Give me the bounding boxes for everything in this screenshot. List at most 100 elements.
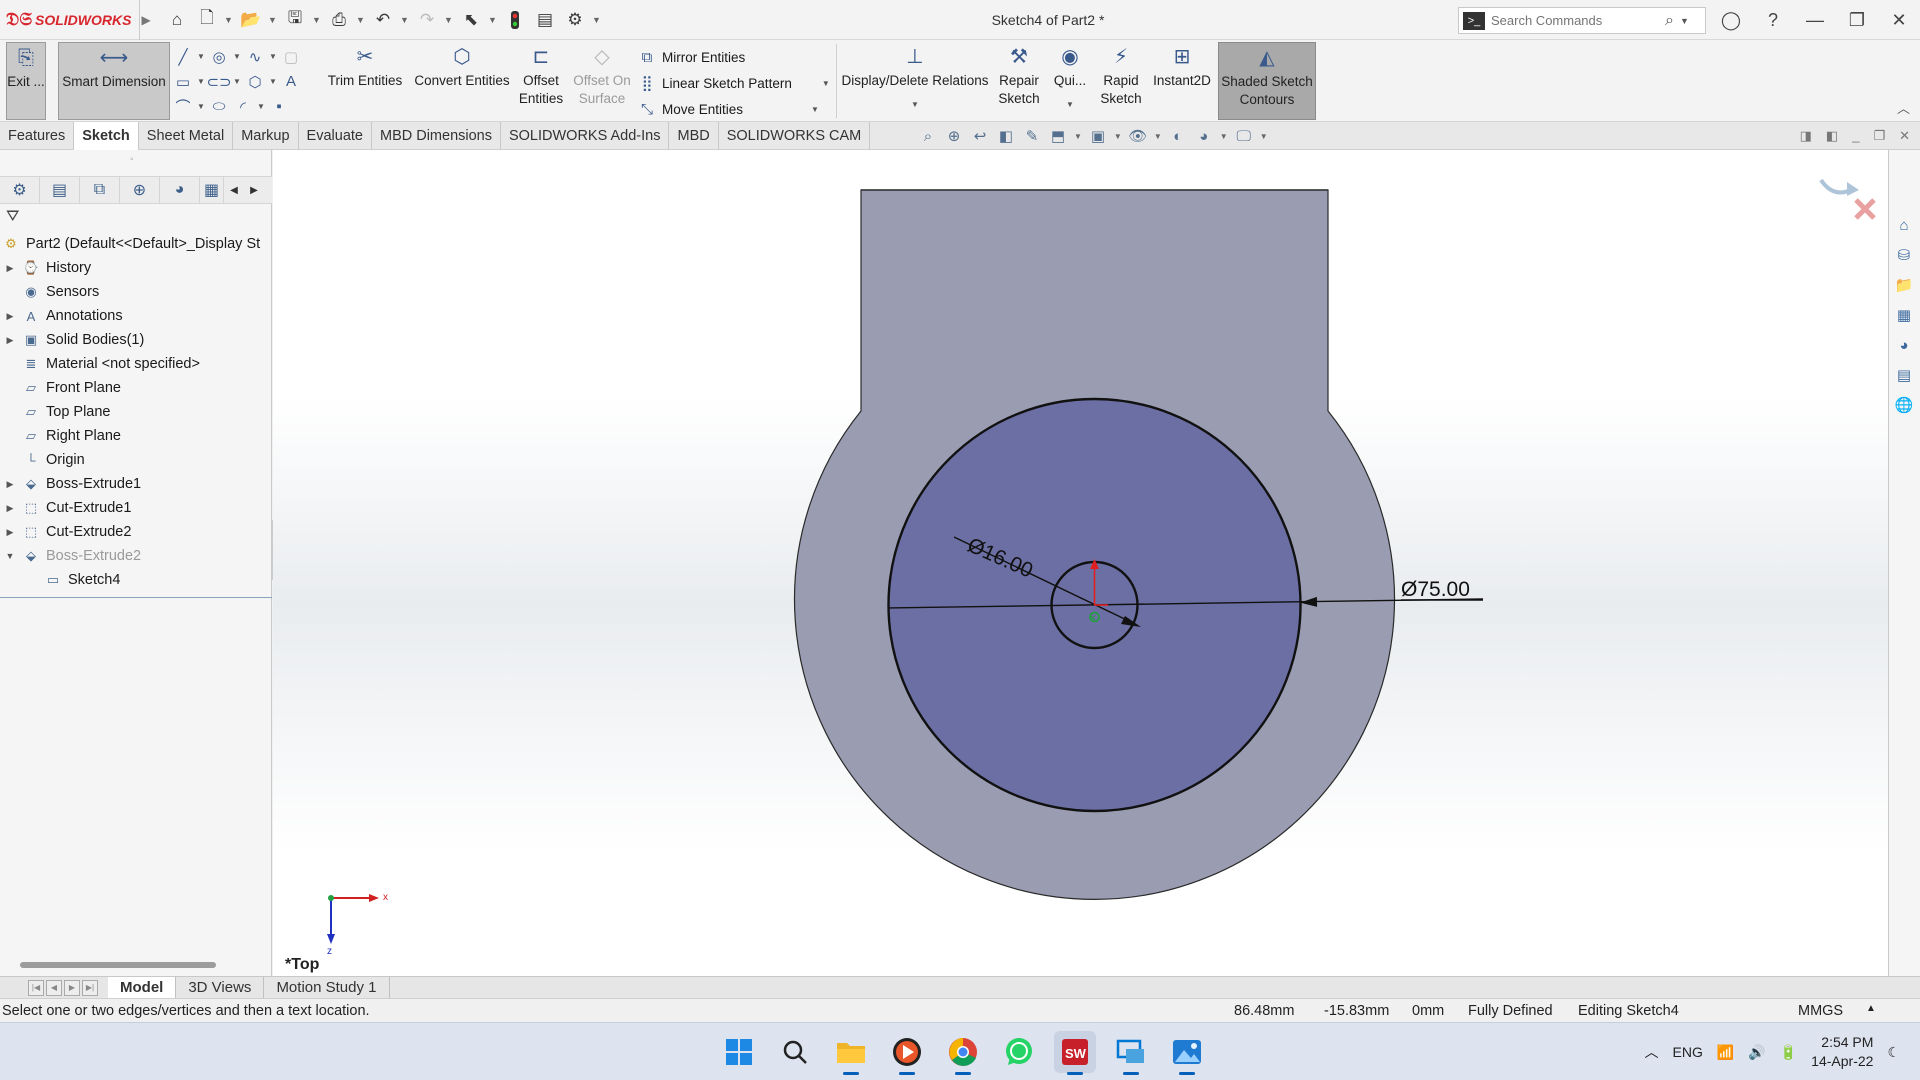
search-commands[interactable]: >_ ⌕ ▼ (1458, 7, 1706, 34)
restore-icon[interactable]: ❐ (1836, 0, 1878, 40)
panel-horizontal-scrollbar[interactable] (20, 962, 216, 968)
confirmation-corner[interactable] (1813, 160, 1885, 230)
view-settings-icon[interactable]: 🖵 (1234, 126, 1254, 146)
tree-item[interactable]: ▶ ▣ Solid Bodies(1) (0, 328, 272, 352)
unit-system[interactable]: MMGS (1798, 1003, 1843, 1019)
view-palette-icon[interactable]: ▦ (1889, 300, 1919, 330)
view-orientation-icon[interactable]: ⬒ (1048, 126, 1068, 146)
feature-manager-tab-icon[interactable]: ⚙ (0, 177, 40, 203)
minimize-icon[interactable]: — (1794, 0, 1836, 40)
sketch-canvas[interactable]: ✕ Ø16.00 Ø75.00 (273, 150, 1888, 976)
linear-sketch-pattern-button[interactable]: ⣿ Linear Sketch Pattern ▼ (638, 70, 838, 96)
display-delete-relations-button[interactable]: ⊥ Display/Delete Relations ▼ (840, 42, 990, 120)
tree-item[interactable]: ◉ Sensors (0, 280, 272, 304)
open-icon[interactable]: 📂 (238, 7, 264, 33)
volume-icon[interactable]: 🔊 (1748, 1044, 1765, 1061)
expand-arrow-icon[interactable]: ▶ (0, 311, 20, 322)
expand-arrow-icon[interactable]: ▶ (0, 335, 20, 346)
expand-arrow-icon[interactable]: ▶ (0, 503, 20, 514)
instant2d-button[interactable]: ⊞ Instant2D (1150, 42, 1214, 120)
tab-mbd[interactable]: MBD (669, 122, 719, 150)
open-dropdown-icon[interactable]: ▼ (268, 15, 278, 25)
tab-solidworks-add-ins[interactable]: SOLIDWORKS Add-Ins (501, 122, 670, 150)
configuration-manager-tab-icon[interactable]: ⧉ (80, 177, 120, 203)
select-icon[interactable]: ⬉ (458, 7, 484, 33)
last-tab-icon[interactable]: ▶| (82, 979, 98, 996)
taskbar-photos[interactable] (1166, 1031, 1208, 1075)
new-document-icon[interactable]: 🗋 (194, 7, 220, 33)
save-dropdown-icon[interactable]: ▼ (312, 15, 322, 25)
redo-dropdown-icon[interactable]: ▼ (444, 15, 454, 25)
offset-entities-button[interactable]: ⊏ Offset Entities (516, 42, 566, 120)
file-explorer-icon[interactable]: 📁 (1889, 270, 1919, 300)
expand-arrow-icon[interactable]: ▶ (0, 527, 20, 538)
tree-item[interactable]: ≣ Material <not specified> (0, 352, 272, 376)
solidworks-menu[interactable]: 𝔇𝔖 SOLIDWORKS ▶ (0, 0, 151, 40)
tab-sketch[interactable]: Sketch (74, 122, 139, 150)
doc-restore-icon[interactable]: ❐ (1873, 128, 1885, 144)
exit-sketch-button[interactable]: ⎘ Exit ... (6, 42, 46, 120)
text-icon[interactable]: A (281, 72, 301, 92)
print-icon[interactable]: ⎙ (326, 7, 352, 33)
cam-manager-tab-icon[interactable]: ▦ (200, 177, 224, 203)
taskbar-chrome[interactable] (942, 1031, 984, 1075)
undo-dropdown-icon[interactable]: ▼ (400, 15, 410, 25)
ellipse-icon[interactable]: ⬭ (209, 97, 229, 117)
tabs-scroll-left-icon[interactable]: ◀ (224, 177, 244, 203)
tab-markup[interactable]: Markup (233, 122, 299, 150)
previous-view-icon[interactable]: ↩ (970, 126, 990, 146)
expand-arrow-icon[interactable]: ▶ (0, 479, 20, 490)
options-icon[interactable]: ⚙ (562, 7, 588, 33)
options-dropdown-icon[interactable]: ▼ (592, 15, 602, 25)
hide-show-items-icon[interactable]: 👁 (1128, 126, 1148, 146)
rollback-bar[interactable] (0, 597, 272, 598)
print-dropdown-icon[interactable]: ▼ (356, 15, 366, 25)
tab-solidworks-cam[interactable]: SOLIDWORKS CAM (719, 122, 871, 150)
first-tab-icon[interactable]: |◀ (28, 979, 44, 996)
tree-item[interactable]: ▱ Front Plane (0, 376, 272, 400)
menu-expand-icon[interactable]: ▶ (141, 13, 150, 27)
tab-evaluate[interactable]: Evaluate (299, 122, 372, 150)
apply-scene-icon[interactable]: ◕ (1194, 126, 1214, 146)
focus-assist-icon[interactable]: ☾ (1887, 1044, 1900, 1061)
tree-item[interactable]: ▱ Top Plane (0, 400, 272, 424)
taskbar-media-player[interactable] (886, 1031, 928, 1075)
prev-tab-icon[interactable]: ◀ (46, 979, 62, 996)
sketch-face-icon[interactable]: ▢ (281, 47, 301, 67)
close-icon[interactable]: ✕ (1878, 0, 1920, 40)
save-icon[interactable]: 🖫 (282, 7, 308, 33)
tab-features[interactable]: Features (0, 122, 75, 150)
help-icon[interactable]: ? (1752, 0, 1794, 40)
expand-arrow-icon[interactable]: ▼ (0, 551, 20, 561)
tree-item[interactable]: ▶ ⬚ Cut-Extrude2 (0, 520, 272, 544)
appearances-icon[interactable]: ◕ (1889, 330, 1919, 360)
arc-icon[interactable]: ◜ (233, 97, 253, 117)
tree-root-part[interactable]: ⚙ Part2 (Default<<Default>_Display St (0, 232, 272, 256)
start-button[interactable] (718, 1031, 760, 1073)
rectangle-icon[interactable]: ▭ (173, 72, 193, 92)
dimxpert-manager-tab-icon[interactable]: ⊕ (120, 177, 160, 203)
repair-sketch-button[interactable]: ⚒ Repair Sketch (996, 42, 1042, 120)
taskbar-solidworks[interactable]: SW (1054, 1031, 1096, 1075)
show-hidden-icons-icon[interactable]: ︿ (1645, 1042, 1659, 1062)
slot-icon[interactable]: ⊂⊃ (206, 72, 231, 92)
rebuild-icon[interactable] (502, 7, 528, 33)
graphics-area[interactable]: ✕ Ø16.00 Ø75.00 x z *Top (273, 150, 1888, 976)
filter-icon[interactable]: ⛛ (6, 208, 19, 226)
dynamic-annotation-icon[interactable]: ✎ (1022, 126, 1042, 146)
battery-icon[interactable]: 🔋 (1780, 1044, 1797, 1061)
taskbar-whatsapp[interactable] (998, 1031, 1040, 1073)
home-icon[interactable]: ⌂ (164, 7, 190, 33)
search-icon[interactable]: ⌕ (1665, 12, 1674, 30)
wifi-icon[interactable]: 📶 (1717, 1044, 1734, 1061)
point-icon[interactable]: ▪ (269, 97, 289, 117)
redo-icon[interactable]: ↷ (414, 7, 440, 33)
mirror-entities-button[interactable]: ⧉ Mirror Entities (638, 44, 838, 70)
rapid-sketch-button[interactable]: ⚡ Rapid Sketch (1098, 42, 1144, 120)
dimension-diameter-75[interactable]: Ø75.00 (1401, 578, 1470, 601)
solidworks-resources-icon[interactable]: ⌂ (1889, 210, 1919, 240)
display-manager-tab-icon[interactable]: ◕ (160, 177, 200, 203)
convert-entities-button[interactable]: ⬡ Convert Entities (410, 42, 514, 120)
tree-item[interactable]: ▶ ⬚ Cut-Extrude1 (0, 496, 272, 520)
taskbar-file-explorer[interactable] (830, 1031, 872, 1075)
